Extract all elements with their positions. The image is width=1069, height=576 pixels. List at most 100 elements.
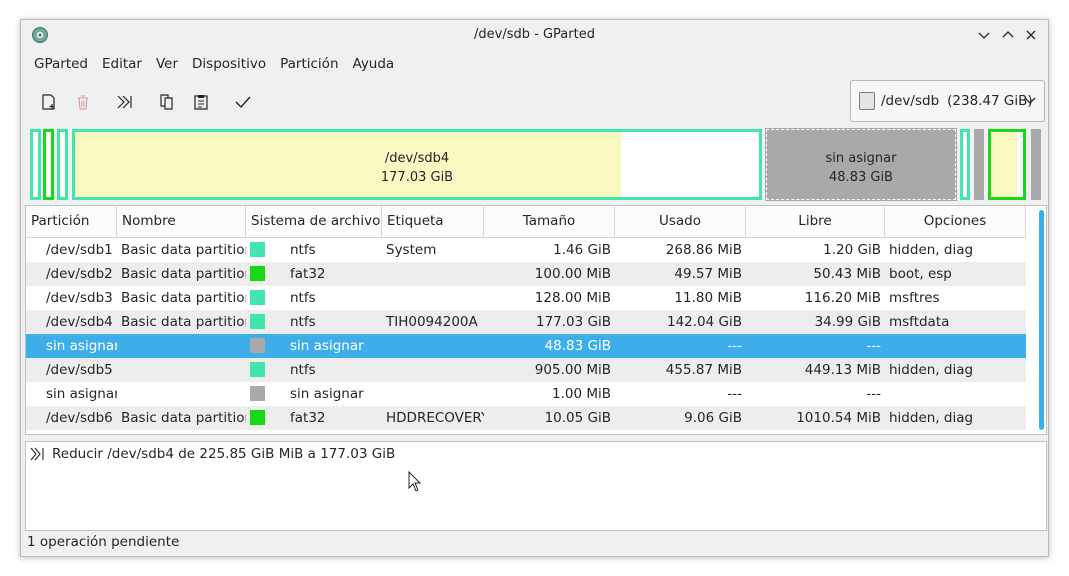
filesystem-color-swatch [250, 410, 265, 425]
paste-button[interactable] [187, 88, 215, 116]
cell-opciones: hidden, diag [885, 358, 1026, 382]
copy-button[interactable] [153, 88, 181, 116]
cell-nombre-text: Basic data partition [121, 410, 246, 426]
cell-opciones: hidden, diag [885, 406, 1026, 430]
operation-text: Reducir /dev/sdb4 de 225.85 GiB MiB a 17… [52, 446, 396, 462]
col-libre[interactable]: Libre [746, 206, 885, 238]
cell-sistema-archivos: fat32 [246, 262, 382, 286]
cell-tamano-text: 100.00 MiB [534, 266, 611, 282]
cell-opciones: hidden, diag [885, 238, 1026, 262]
copy-icon [160, 94, 173, 110]
cell-particion-text: /dev/sdb5 [46, 362, 113, 378]
col-opciones[interactable]: Opciones [885, 206, 1026, 238]
close-button[interactable] [1021, 25, 1041, 45]
apply-button[interactable] [229, 88, 257, 116]
map-segment-sdb6[interactable] [988, 129, 1026, 200]
cell-particion: /dev/sdb4 [26, 310, 117, 334]
cell-nombre [117, 358, 246, 382]
cell-sistema-archivos: ntfs [246, 286, 382, 310]
cell-tamano-text: 905.00 MiB [534, 362, 611, 378]
cell-particion: /dev/sdb1 [26, 238, 117, 262]
col-etiqueta[interactable]: Etiqueta [382, 206, 484, 238]
pending-operations-pane: Reducir /dev/sdb4 de 225.85 GiB MiB a 17… [25, 441, 1047, 531]
map-segment-sdb4[interactable]: /dev/sdb4 177.03 GiB [72, 129, 762, 200]
cell-nombre-text: Basic data partition [121, 242, 246, 258]
cell-sistema-archivos: sin asignar [246, 382, 382, 406]
map-segment-sdb2[interactable] [43, 129, 54, 200]
menu-gparted[interactable]: GParted [27, 53, 95, 77]
table-body: /dev/sdb1 Basic data partition ntfs System 1… [26, 238, 1026, 430]
table-row[interactable]: /dev/sdb5 ntfs 905.00 MiB 455.87 MiB 449.13 … [26, 358, 1026, 382]
cell-opciones-text: boot, esp [889, 266, 952, 282]
device-selector[interactable]: /dev/sdb (238.47 GiB) [850, 80, 1045, 122]
col-usado[interactable]: Usado [615, 206, 746, 238]
partition-map: /dev/sdb4 177.03 GiB sin asignar 48.83 G… [27, 128, 1043, 201]
menu-ayuda[interactable]: Ayuda [346, 53, 402, 77]
cell-libre-text: 1010.54 MiB [796, 410, 881, 426]
cell-opciones: msftdata [885, 310, 1026, 334]
cell-usado: 268.86 MiB [615, 238, 746, 262]
cell-usado-text: 142.04 GiB [666, 314, 742, 330]
menu-editar[interactable]: Editar [95, 53, 149, 77]
cell-usado-text: 455.87 MiB [665, 362, 742, 378]
window-title: /dev/sdb - GParted [474, 27, 595, 42]
col-tamano[interactable]: Tamaño [484, 206, 615, 238]
operation-item[interactable]: Reducir /dev/sdb4 de 225.85 GiB MiB a 17… [30, 446, 395, 462]
table-row[interactable]: sin asignar sin asignar 1.00 MiB --- --- [26, 382, 1026, 406]
cell-usado-text: --- [727, 338, 742, 354]
cell-libre: 1010.54 MiB [746, 406, 885, 430]
filesystem-color-swatch [250, 242, 265, 257]
new-partition-button[interactable] [35, 88, 63, 116]
cell-libre-text: 50.43 MiB [813, 266, 881, 282]
menu-bar: GParted Editar Ver Dispositivo Partición… [27, 53, 401, 77]
col-particion[interactable]: Partición [26, 206, 117, 238]
cell-tamano: 10.05 GiB [484, 406, 615, 430]
cell-nombre-text: Basic data partition [121, 290, 246, 306]
table-header: Partición Nombre Sistema de archivos Eti… [26, 206, 1026, 238]
resize-move-button[interactable] [111, 88, 139, 116]
minimize-icon [978, 32, 990, 39]
table-row[interactable]: /dev/sdb3 Basic data partition ntfs 128.00 … [26, 286, 1026, 310]
cell-etiqueta [382, 334, 484, 358]
table-row[interactable]: sin asignar sin asignar 48.83 GiB --- --- [26, 334, 1026, 358]
map-segment-sdb1[interactable] [30, 129, 41, 200]
cell-sistema-archivos-text: ntfs [290, 242, 316, 258]
col-nombre[interactable]: Nombre [117, 206, 246, 238]
table-row[interactable]: /dev/sdb6 Basic data partition fat32 HDDREC… [26, 406, 1026, 430]
map-segment-end[interactable] [1031, 129, 1041, 200]
delete-button[interactable] [69, 88, 97, 116]
menu-particion[interactable]: Partición [273, 53, 345, 77]
cell-nombre [117, 334, 246, 358]
cell-usado-text: 9.06 GiB [684, 410, 742, 426]
cell-usado: 11.80 MiB [615, 286, 746, 310]
cell-particion: /dev/sdb5 [26, 358, 117, 382]
minimize-button[interactable] [974, 25, 994, 45]
cell-tamano-text: 177.03 GiB [535, 314, 611, 330]
col-sistema-archivos[interactable]: Sistema de archivos [246, 206, 382, 238]
cell-usado: --- [615, 334, 746, 358]
cell-libre: 116.20 MiB [746, 286, 885, 310]
cell-tamano: 1.00 MiB [484, 382, 615, 406]
table-row[interactable]: /dev/sdb2 Basic data partition fat32 100.00… [26, 262, 1026, 286]
table-row[interactable]: /dev/sdb1 Basic data partition ntfs System 1… [26, 238, 1026, 262]
map-segment-unallocated-small[interactable] [974, 129, 984, 200]
menu-dispositivo[interactable]: Dispositivo [185, 53, 273, 77]
map-segment-unallocated[interactable]: sin asignar 48.83 GiB [765, 128, 957, 201]
cell-particion: /dev/sdb3 [26, 286, 117, 310]
map-segment-sdb5[interactable] [960, 129, 970, 200]
table-scrollbar[interactable] [1039, 210, 1044, 430]
map-segment-sdb3[interactable] [57, 129, 68, 200]
cell-particion-text: sin asignar [46, 386, 117, 402]
cell-libre-text: --- [866, 386, 881, 402]
cell-sistema-archivos-text: ntfs [290, 290, 316, 306]
table-row[interactable]: /dev/sdb4 Basic data partition ntfs TIH0094… [26, 310, 1026, 334]
cell-particion: sin asignar [26, 334, 117, 358]
cell-tamano-text: 10.05 GiB [544, 410, 611, 426]
maximize-button[interactable] [998, 25, 1018, 45]
cell-sistema-archivos-text: sin asignar [290, 386, 364, 402]
cell-nombre-text: Basic data partition [121, 266, 246, 282]
cell-usado: --- [615, 382, 746, 406]
resize-move-icon [30, 447, 44, 461]
menu-ver[interactable]: Ver [149, 53, 185, 77]
cell-etiqueta [382, 262, 484, 286]
